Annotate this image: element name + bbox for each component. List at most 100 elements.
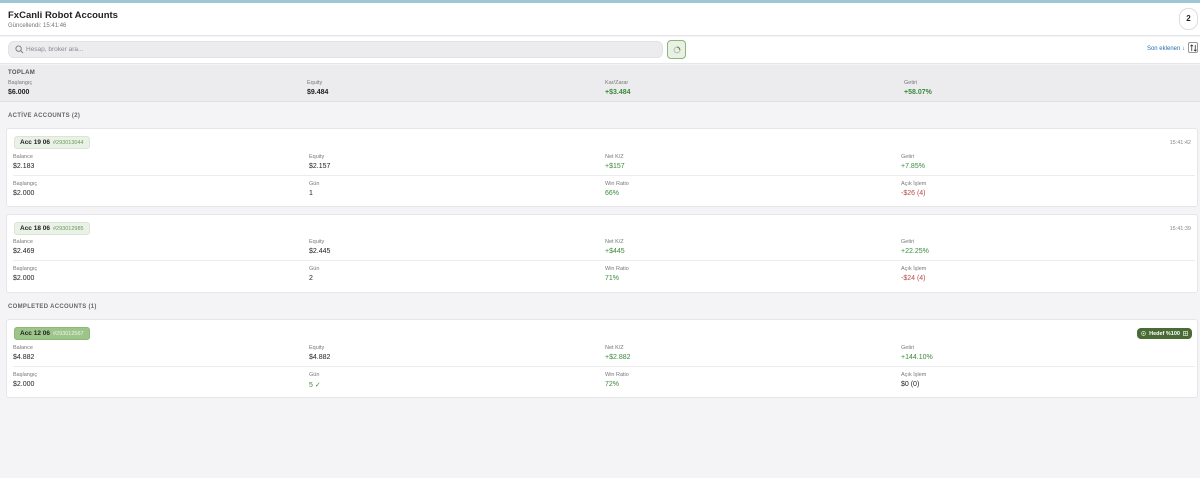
field-label: Açık İşlem [901, 181, 927, 187]
refresh-button[interactable] [667, 40, 686, 59]
field-value: 71% [605, 275, 620, 282]
account-card[interactable]: Acc 18 06 #293012985 15:41:39 Balance $2.… [6, 214, 1198, 293]
completed-accounts-heading: COMPLETED ACCOUNTS (1) [8, 304, 97, 310]
totals-panel: TOPLAM Başlangıç $6.000 Equity $9.484 Ka… [0, 65, 1200, 102]
field-value: +144.10% [901, 354, 933, 361]
field-label: Başlangıç [13, 372, 38, 378]
field-label: Equity [309, 239, 325, 245]
total-start: Başlangıç $6.000 [8, 80, 32, 96]
total-return: Getiri +58.07% [904, 80, 932, 96]
card-divider [13, 366, 1195, 367]
field-net-pl: Net K/Z +$445 [605, 239, 625, 255]
field-days: Gün 2 [309, 266, 319, 282]
field-label: Getiri [901, 154, 915, 160]
card-divider [13, 260, 1195, 261]
total-label: Getiri [904, 80, 918, 86]
total-label: Başlangıç [8, 80, 33, 86]
field-equity: Equity $4.882 [309, 345, 330, 361]
field-net-pl: Net K/Z +$2.882 [605, 345, 631, 361]
field-value: $2.157 [309, 163, 331, 170]
search-box[interactable] [8, 41, 663, 58]
field-value: $4.882 [13, 354, 35, 361]
sort-dropdown[interactable]: Son eklenen ↓ [1147, 46, 1185, 52]
field-equity: Equity $2.445 [309, 239, 330, 255]
field-start: Başlangıç $2.000 [13, 266, 37, 282]
account-card[interactable]: Acc 12 06 #293012567 Hedef %100 Balance $… [6, 319, 1198, 398]
sort-arrows-icon [1190, 44, 1197, 52]
field-label: Başlangıç [13, 181, 38, 187]
field-label: Win Ratio [605, 181, 629, 187]
account-card[interactable]: Acc 19 06 #293013044 15:41:42 Balance $2.… [6, 128, 1198, 207]
field-value: -$24 (4) [901, 275, 926, 282]
field-win-ratio: Win Ratio 71% [605, 266, 629, 282]
account-chip: Acc 18 06 #293012985 [14, 222, 90, 235]
field-label: Gün [309, 266, 320, 272]
grid-icon [1183, 331, 1188, 336]
field-start: Başlangıç $2.000 [13, 181, 37, 197]
field-value: $2.000 [13, 190, 35, 197]
search-icon [15, 45, 24, 54]
field-net-pl: Net K/Z +$157 [605, 154, 625, 170]
total-value: +58.07% [904, 89, 932, 96]
field-value: 72% [605, 381, 620, 388]
field-label: Açık İşlem [901, 372, 927, 378]
field-label: Net K/Z [605, 154, 624, 160]
field-win-ratio: Win Ratio 72% [605, 372, 629, 388]
account-count-badge[interactable]: 2 [1179, 8, 1198, 30]
account-id: #293012567 [53, 330, 84, 337]
field-label: Açık İşlem [901, 266, 927, 272]
field-open-trades: Açık İşlem $0 (0) [901, 372, 926, 388]
field-label: Getiri [901, 239, 915, 245]
field-balance: Balance $4.882 [13, 345, 34, 361]
field-label: Equity [309, 154, 325, 160]
active-accounts-heading: ACTİVE ACCOUNTS (2) [8, 113, 81, 119]
target-badge-label: Hedef %100 [1149, 330, 1180, 337]
last-updated-text: Güncellendi: 15:41:46 [8, 23, 67, 29]
totals-title: TOPLAM [8, 70, 36, 76]
toolbar: Son eklenen ↓ [0, 37, 1200, 64]
total-label: Kar/Zarar [605, 80, 629, 86]
field-label: Gün [309, 372, 320, 378]
account-id: #293012985 [53, 225, 84, 232]
field-return: Getiri +7.85% [901, 154, 925, 170]
field-return: Getiri +144.10% [901, 345, 933, 361]
account-name: Acc 19 06 [20, 139, 50, 146]
field-value: +7.85% [901, 163, 925, 170]
field-balance: Balance $2.183 [13, 154, 34, 170]
field-value: -$26 (4) [901, 190, 926, 197]
total-label: Equity [307, 80, 323, 86]
account-id: #293013044 [53, 139, 84, 146]
field-value: $2.183 [13, 163, 35, 170]
field-value: +$157 [605, 163, 625, 170]
field-start: Başlangıç $2.000 [13, 372, 37, 388]
target-icon [1141, 331, 1146, 336]
field-open-trades: Açık İşlem -$24 (4) [901, 266, 926, 282]
field-label: Net K/Z [605, 239, 624, 245]
field-open-trades: Açık İşlem -$26 (4) [901, 181, 926, 197]
field-label: Balance [13, 154, 33, 160]
field-value: $0 (0) [901, 381, 920, 388]
field-label: Net K/Z [605, 345, 624, 351]
field-value: 66% [605, 190, 620, 197]
spinner-icon [673, 46, 681, 54]
field-label: Win Ratio [605, 266, 629, 272]
account-chip: Acc 19 06 #293013044 [14, 136, 90, 149]
field-label: Equity [309, 345, 325, 351]
account-name: Acc 18 06 [20, 225, 50, 232]
field-win-ratio: Win Ratio 66% [605, 181, 629, 197]
total-value: $6.000 [8, 89, 30, 96]
total-equity: Equity $9.484 [307, 80, 328, 96]
field-label: Getiri [901, 345, 915, 351]
search-input[interactable] [24, 43, 654, 56]
account-name: Acc 12 06 [20, 330, 50, 337]
field-label: Gün [309, 181, 320, 187]
field-value: 5 ✓ [309, 382, 321, 389]
sort-toggle-button[interactable] [1188, 42, 1198, 53]
field-days: Gün 5 ✓ [309, 372, 321, 389]
account-updated-time: 15:41:39 [1169, 226, 1191, 232]
field-value: 2 [309, 275, 313, 282]
field-label: Balance [13, 239, 33, 245]
total-value: $9.484 [307, 89, 329, 96]
field-value: $2.445 [309, 248, 331, 255]
field-value: +$445 [605, 248, 625, 255]
